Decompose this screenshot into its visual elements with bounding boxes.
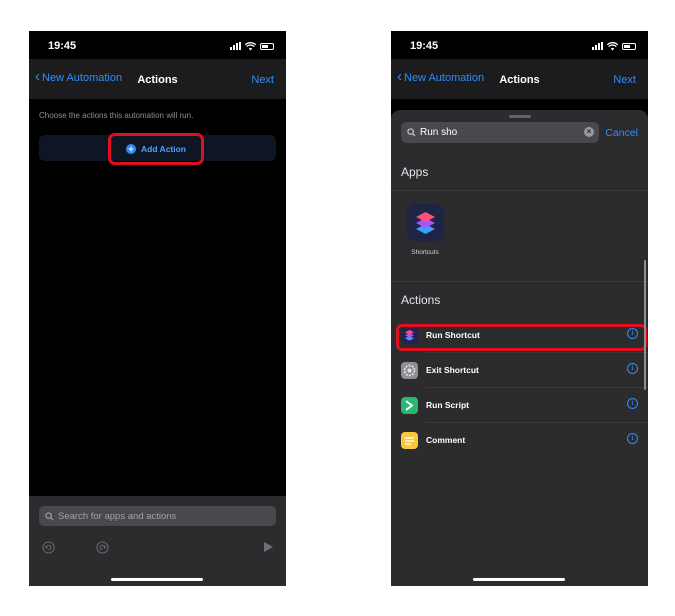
action-row-comment[interactable]: Comment i xyxy=(391,423,648,458)
info-icon[interactable]: i xyxy=(627,398,638,409)
status-icons xyxy=(592,41,636,51)
action-label: Run Script xyxy=(426,400,469,410)
run-shortcut-highlight xyxy=(396,324,647,351)
actions-section-title: Actions xyxy=(401,293,441,307)
app-label: Shortcuts xyxy=(411,249,439,256)
add-action-button[interactable]: + Add Action xyxy=(108,133,204,165)
cellular-signal-icon xyxy=(230,42,241,50)
comment-icon xyxy=(401,432,418,449)
home-indicator xyxy=(111,578,203,581)
search-placeholder: Search for apps and actions xyxy=(58,510,177,522)
divider xyxy=(391,281,648,282)
status-time: 19:45 xyxy=(410,40,439,52)
navigation-bar: ‹ New Automation Actions Next xyxy=(29,59,286,99)
chevron-left-icon: ‹ xyxy=(397,68,402,85)
back-label: New Automation xyxy=(42,72,123,84)
next-button[interactable]: Next xyxy=(251,74,274,86)
home-indicator xyxy=(473,578,565,581)
action-row-exit-shortcut[interactable]: Exit Shortcut i xyxy=(391,353,648,388)
play-icon[interactable] xyxy=(263,541,274,556)
search-value: Run sho xyxy=(420,127,458,138)
back-button[interactable]: ‹ New Automation xyxy=(35,68,123,85)
cancel-button[interactable]: Cancel xyxy=(605,127,638,139)
apps-section-title: Apps xyxy=(401,165,429,179)
divider xyxy=(391,190,648,191)
shortcuts-app-icon[interactable] xyxy=(407,204,444,241)
add-action-label: Add Action xyxy=(140,144,186,154)
info-icon[interactable]: i xyxy=(627,363,638,374)
status-bar: 19:45 xyxy=(29,31,286,59)
gear-icon xyxy=(401,362,418,379)
action-label: Comment xyxy=(426,435,466,445)
chevron-left-icon: ‹ xyxy=(35,68,40,85)
search-icon xyxy=(45,511,54,521)
clear-search-icon[interactable]: × xyxy=(584,127,594,137)
scrollbar[interactable] xyxy=(644,260,646,390)
cellular-signal-icon xyxy=(592,42,603,50)
action-label: Exit Shortcut xyxy=(426,365,479,375)
phone-screen-right: 19:45 ‹ New Automation Actions Next Run s… xyxy=(391,31,648,586)
action-row-run-script[interactable]: Run Script i xyxy=(391,388,648,423)
wifi-icon xyxy=(245,41,256,50)
status-bar: 19:45 xyxy=(391,31,648,59)
undo-icon[interactable] xyxy=(42,541,55,557)
battery-icon xyxy=(260,42,274,50)
redo-icon[interactable] xyxy=(96,541,109,557)
search-input[interactable]: Run sho × xyxy=(401,122,599,143)
next-button[interactable]: Next xyxy=(613,74,636,86)
navigation-bar: ‹ New Automation Actions Next xyxy=(391,59,648,99)
bottom-search-panel: Search for apps and actions xyxy=(29,496,286,586)
script-icon xyxy=(401,397,418,414)
status-time: 19:45 xyxy=(48,40,77,52)
plus-circle-icon: + xyxy=(125,144,136,154)
action-search-sheet: Run sho × Cancel Apps Shortcuts Actions … xyxy=(391,110,648,586)
instruction-text: Choose the actions this automation will … xyxy=(39,111,194,120)
back-label: New Automation xyxy=(404,72,485,84)
battery-icon xyxy=(622,42,636,50)
status-icons xyxy=(230,41,274,51)
search-icon xyxy=(407,128,416,137)
back-button[interactable]: ‹ New Automation xyxy=(397,68,485,85)
sheet-grabber[interactable] xyxy=(509,115,531,118)
phone-screen-left: 19:45 ‹ New Automation Actions Next Choos… xyxy=(29,31,286,586)
info-icon[interactable]: i xyxy=(627,433,638,444)
wifi-icon xyxy=(607,41,618,50)
search-input[interactable]: Search for apps and actions xyxy=(39,506,276,526)
